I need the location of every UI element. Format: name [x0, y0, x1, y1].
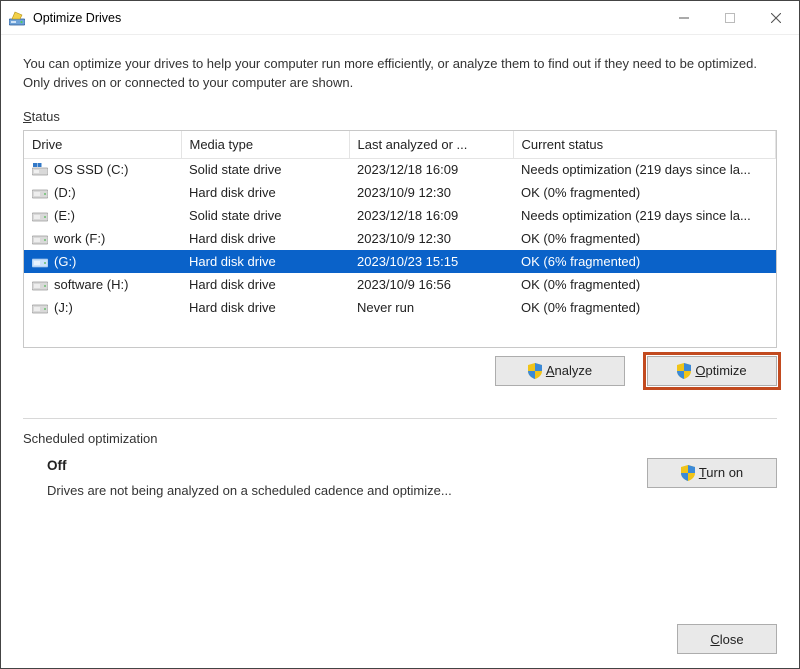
- drive-status: Needs optimization (219 days since la...: [513, 158, 776, 181]
- drive-name: (J:): [54, 300, 73, 315]
- turn-on-button[interactable]: Turn on: [647, 458, 777, 488]
- drive-last-analyzed: 2023/10/9 12:30: [349, 227, 513, 250]
- drive-media: Hard disk drive: [181, 181, 349, 204]
- close-button[interactable]: Close: [677, 624, 777, 654]
- drive-last-analyzed: 2023/12/18 16:09: [349, 204, 513, 227]
- minimize-button[interactable]: [661, 2, 707, 34]
- drive-icon: [32, 186, 48, 200]
- drive-row[interactable]: (E:) Solid state drive2023/12/18 16:09Nee…: [24, 204, 776, 227]
- drive-row[interactable]: (G:) Hard disk drive2023/10/23 15:15OK (6…: [24, 250, 776, 273]
- shield-icon: [528, 363, 542, 379]
- optimize-button[interactable]: Optimize: [647, 356, 777, 386]
- section-divider: [23, 418, 777, 419]
- drive-status: OK (0% fragmented): [513, 296, 776, 319]
- drive-icon: [32, 255, 48, 269]
- drive-actions: Analyze Optimize: [23, 356, 777, 386]
- column-header-media[interactable]: Media type: [181, 131, 349, 159]
- drive-status: OK (0% fragmented): [513, 181, 776, 204]
- analyze-button[interactable]: Analyze: [495, 356, 625, 386]
- shield-icon: [681, 465, 695, 481]
- shield-icon: [677, 363, 691, 379]
- drive-icon: [32, 209, 48, 223]
- close-window-button[interactable]: [753, 2, 799, 34]
- drive-last-analyzed: 2023/12/18 16:09: [349, 158, 513, 181]
- app-icon: [9, 10, 25, 26]
- drive-status: OK (0% fragmented): [513, 273, 776, 296]
- drive-last-analyzed: Never run: [349, 296, 513, 319]
- maximize-button[interactable]: [707, 2, 753, 34]
- drive-status: OK (6% fragmented): [513, 250, 776, 273]
- drive-last-analyzed: 2023/10/9 12:30: [349, 181, 513, 204]
- drive-row[interactable]: software (H:) Hard disk drive2023/10/9 16…: [24, 273, 776, 296]
- window-title: Optimize Drives: [33, 11, 121, 25]
- drive-icon: [32, 232, 48, 246]
- drive-row[interactable]: OS SSD (C:) Solid state drive2023/12/18 1…: [24, 158, 776, 181]
- drive-icon: [32, 163, 48, 177]
- drive-name: (E:): [54, 208, 75, 223]
- drive-name: (G:): [54, 254, 76, 269]
- drive-last-analyzed: 2023/10/23 15:15: [349, 250, 513, 273]
- status-label: Status: [23, 109, 777, 124]
- drive-icon: [32, 278, 48, 292]
- column-header-status[interactable]: Current status: [513, 131, 776, 159]
- intro-text: You can optimize your drives to help you…: [23, 55, 777, 93]
- scheduled-header: Scheduled optimization: [23, 431, 777, 446]
- drive-name: software (H:): [54, 277, 128, 292]
- column-header-row[interactable]: Drive Media type Last analyzed or ... Cu…: [24, 131, 776, 159]
- scheduled-state: Off: [47, 458, 617, 473]
- drive-status: OK (0% fragmented): [513, 227, 776, 250]
- drive-last-analyzed: 2023/10/9 16:56: [349, 273, 513, 296]
- footer: Close: [1, 616, 799, 668]
- drive-media: Hard disk drive: [181, 250, 349, 273]
- content-area: You can optimize your drives to help you…: [1, 35, 799, 616]
- column-header-drive[interactable]: Drive: [24, 131, 181, 159]
- drive-media: Hard disk drive: [181, 273, 349, 296]
- drive-row[interactable]: work (F:) Hard disk drive2023/10/9 12:30O…: [24, 227, 776, 250]
- drive-media: Hard disk drive: [181, 296, 349, 319]
- drive-name: (D:): [54, 185, 76, 200]
- titlebar: Optimize Drives: [1, 1, 799, 35]
- drive-icon: [32, 301, 48, 315]
- drive-media: Hard disk drive: [181, 227, 349, 250]
- drive-row[interactable]: (D:) Hard disk drive2023/10/9 12:30OK (0%…: [24, 181, 776, 204]
- column-header-last[interactable]: Last analyzed or ...: [349, 131, 513, 159]
- scheduled-description: Drives are not being analyzed on a sched…: [47, 483, 617, 498]
- drive-row[interactable]: (J:) Hard disk driveNever runOK (0% fragm…: [24, 296, 776, 319]
- drive-status: Needs optimization (219 days since la...: [513, 204, 776, 227]
- drive-media: Solid state drive: [181, 204, 349, 227]
- drive-name: work (F:): [54, 231, 105, 246]
- drive-list[interactable]: Drive Media type Last analyzed or ... Cu…: [23, 130, 777, 348]
- drive-media: Solid state drive: [181, 158, 349, 181]
- drive-name: OS SSD (C:): [54, 162, 128, 177]
